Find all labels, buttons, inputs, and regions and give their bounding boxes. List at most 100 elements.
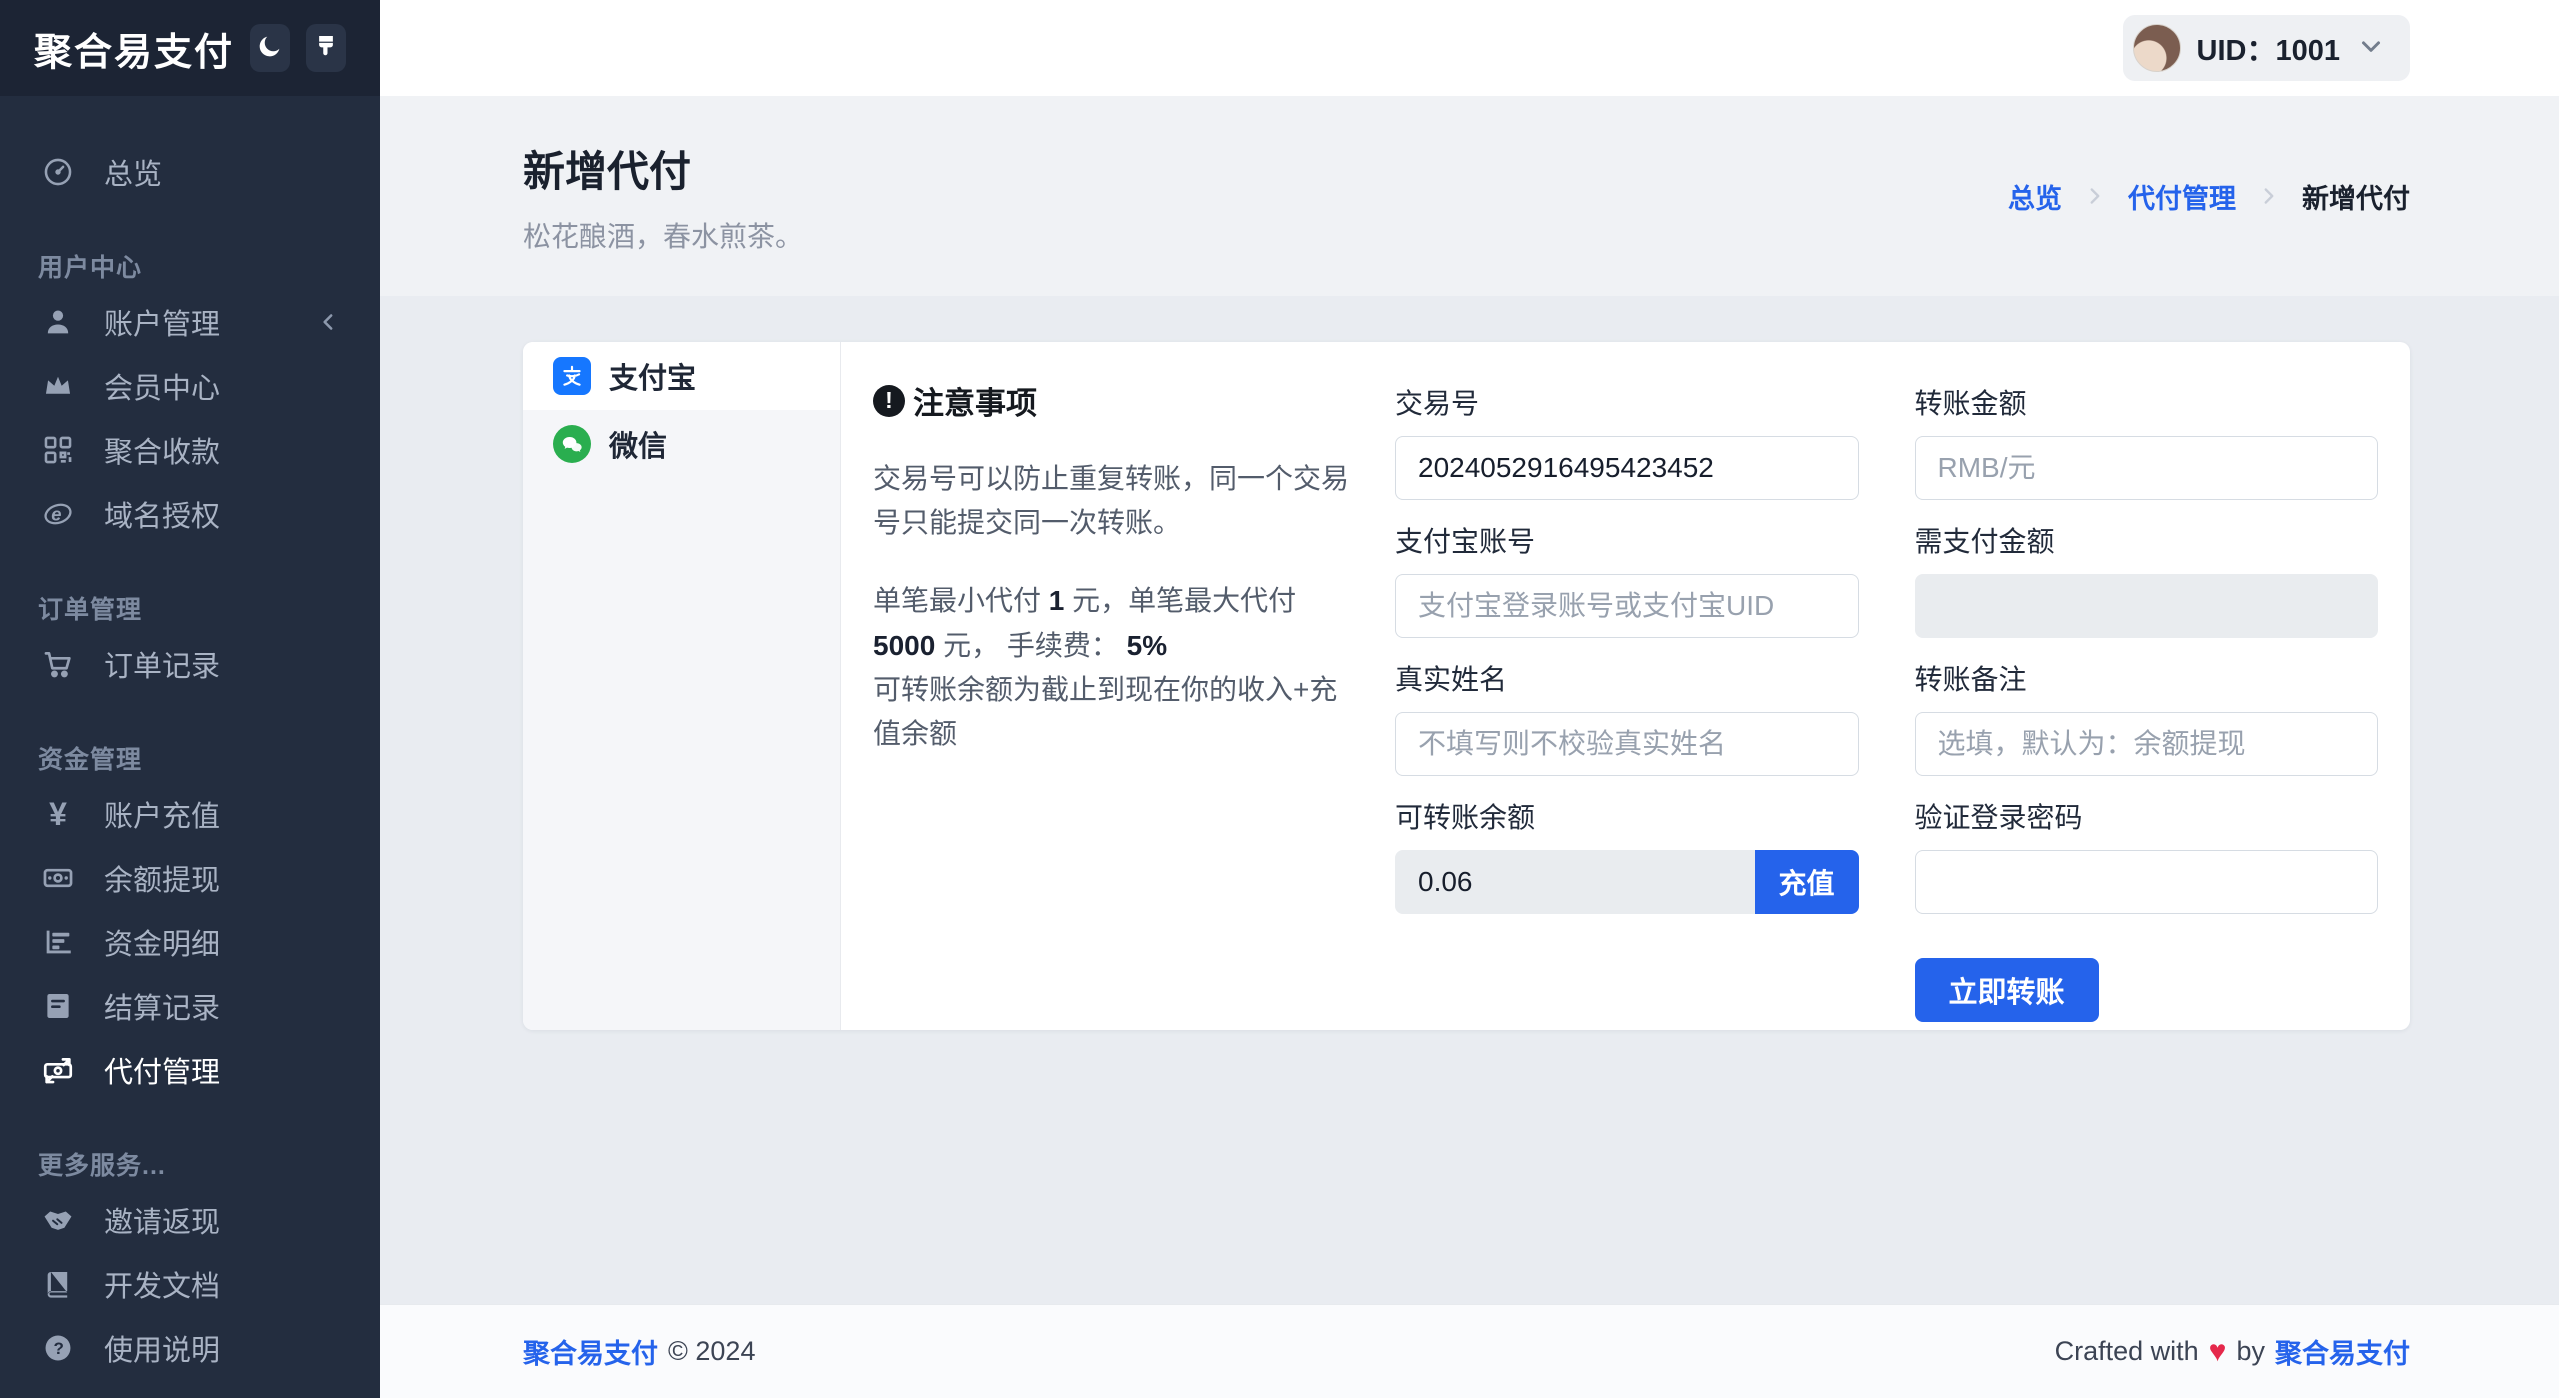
help-circle-icon: ? xyxy=(38,1331,78,1365)
pay-amount-input xyxy=(1915,574,2379,638)
breadcrumb-current: 新增代付 xyxy=(2302,177,2410,216)
sidebar-item-settlement-records[interactable]: 结算记录 xyxy=(0,974,380,1038)
tab-alipay[interactable]: 支付宝 xyxy=(523,342,840,410)
trade-no-input[interactable] xyxy=(1395,436,1859,500)
sidebar-item-label: 开发文档 xyxy=(104,1263,220,1305)
sidebar-item-label: 账户管理 xyxy=(104,301,220,343)
sidebar-item-fund-details[interactable]: 资金明细 xyxy=(0,910,380,974)
cart-icon xyxy=(38,647,78,681)
sidebar-item-label: 邀请返现 xyxy=(104,1199,220,1241)
sidebar-item-invite-rebate[interactable]: 邀请返现 xyxy=(0,1188,380,1252)
password-label: 验证登录密码 xyxy=(1915,796,2379,836)
browser-e-icon: e xyxy=(38,497,78,531)
breadcrumb-parent[interactable]: 代付管理 xyxy=(2128,177,2236,216)
dark-mode-button[interactable] xyxy=(250,24,290,72)
sidebar-item-label: 余额提现 xyxy=(104,857,220,899)
notice-paragraph-2: 单笔最小代付 1 元，单笔最大代付 5000 元， 手续费： 5%可转账余额为截… xyxy=(873,579,1351,756)
remark-label: 转账备注 xyxy=(1915,658,2379,698)
qrcode-icon xyxy=(38,433,78,467)
heart-icon: ♥ xyxy=(2209,1337,2227,1367)
sidebar-item-label: 总览 xyxy=(104,151,162,193)
svg-text:e: e xyxy=(51,503,61,524)
field-alipay-account: 支付宝账号 xyxy=(1395,520,1859,638)
sidebar-item-account-recharge[interactable]: ¥ 账户充值 xyxy=(0,782,380,846)
sidebar-item-overview[interactable]: 总览 xyxy=(0,140,380,204)
payment-method-tabs: 支付宝 微信 xyxy=(523,342,841,1030)
sidebar-section-more-services: 更多服务... xyxy=(0,1140,380,1188)
alipay-account-label: 支付宝账号 xyxy=(1395,520,1859,560)
password-input[interactable] xyxy=(1915,850,2379,914)
card-body: ! 注意事项 交易号可以防止重复转账，同一个交易号只能提交同一次转账。 单笔最小… xyxy=(841,342,2410,1030)
field-pay-amount: 需支付金额 xyxy=(1915,520,2379,638)
notice-paragraph-3: 可转账余额为截止到现在你的收入+充值余额 xyxy=(873,674,1337,749)
breadcrumb: 总览 代付管理 新增代付 xyxy=(2008,177,2410,216)
notice-paragraph-1: 交易号可以防止重复转账，同一个交易号只能提交同一次转账。 xyxy=(873,457,1351,545)
sidebar-header: 聚合易支付 xyxy=(0,0,380,96)
amount-label: 转账金额 xyxy=(1915,382,2379,422)
book-icon xyxy=(38,1267,78,1301)
theme-button[interactable] xyxy=(306,24,346,72)
content-area: 支付宝 微信 ! 注意事项 交易号 xyxy=(380,296,2559,1304)
notice-title: ! 注意事项 xyxy=(873,378,1351,423)
breadcrumb-home[interactable]: 总览 xyxy=(2008,177,2062,216)
field-password: 验证登录密码 xyxy=(1915,796,2379,914)
chevron-left-icon xyxy=(316,309,342,335)
sidebar-item-balance-withdraw[interactable]: 余额提现 xyxy=(0,846,380,910)
file-icon xyxy=(38,989,78,1023)
sidebar-item-dev-docs[interactable]: 开发文档 xyxy=(0,1252,380,1316)
exclamation-circle-icon: ! xyxy=(873,385,905,417)
tab-wechat[interactable]: 微信 xyxy=(523,410,840,478)
recharge-button[interactable]: 充值 xyxy=(1755,850,1859,914)
footer-brand-link-2[interactable]: 聚合易支付 xyxy=(2275,1332,2410,1371)
alipay-account-input[interactable] xyxy=(1395,574,1859,638)
sidebar-item-label: 账户充值 xyxy=(104,793,220,835)
real-name-label: 真实姓名 xyxy=(1395,658,1859,698)
user-menu[interactable]: UID：1001 xyxy=(2123,15,2410,81)
user-icon xyxy=(38,305,78,339)
field-amount: 转账金额 xyxy=(1915,382,2379,500)
brand-logo: 聚合易支付 xyxy=(34,21,234,76)
notice-title-text: 注意事项 xyxy=(913,378,1037,423)
tab-label: 微信 xyxy=(609,423,667,465)
tab-label: 支付宝 xyxy=(609,355,696,397)
app-root: 聚合易支付 总览 用户中心 xyxy=(0,0,2559,1398)
footer-crafted-text: Crafted with xyxy=(2055,1336,2199,1367)
pay-amount-label: 需支付金额 xyxy=(1915,520,2379,560)
gauge-icon xyxy=(38,155,78,189)
real-name-input[interactable] xyxy=(1395,712,1859,776)
topbar: UID：1001 xyxy=(380,0,2559,96)
sidebar-item-payout-manage[interactable]: 代付管理 xyxy=(0,1038,380,1102)
banknote-icon xyxy=(38,861,78,895)
sidebar-item-member-center[interactable]: 会员中心 xyxy=(0,354,380,418)
footer-brand-link[interactable]: 聚合易支付 xyxy=(523,1332,658,1371)
notice-panel: ! 注意事项 交易号可以防止重复转账，同一个交易号只能提交同一次转账。 单笔最小… xyxy=(873,378,1351,1030)
chevron-right-icon xyxy=(2082,183,2108,209)
sidebar-item-label: 会员中心 xyxy=(104,365,220,407)
chevron-down-icon xyxy=(2356,31,2386,66)
sidebar-section-user-center: 用户中心 xyxy=(0,242,380,290)
footer: 聚合易支付 © 2024 Crafted with ♥ by 聚合易支付 xyxy=(380,1304,2559,1398)
field-remark: 转账备注 xyxy=(1915,658,2379,776)
submit-transfer-button[interactable]: 立即转账 xyxy=(1915,958,2099,1022)
sidebar-item-label: 域名授权 xyxy=(104,493,220,535)
moon-icon xyxy=(255,31,285,66)
sidebar-item-aggregate-collect[interactable]: 聚合收款 xyxy=(0,418,380,482)
sidebar-item-label: 结算记录 xyxy=(104,985,220,1027)
sidebar-item-usage-guide[interactable]: ? 使用说明 xyxy=(0,1316,380,1380)
amount-input[interactable] xyxy=(1915,436,2379,500)
sidebar-item-account-manage[interactable]: 账户管理 xyxy=(0,290,380,354)
sidebar-item-order-records[interactable]: 订单记录 xyxy=(0,632,380,696)
crown-icon xyxy=(38,369,78,403)
sidebar-item-domain-auth[interactable]: e 域名授权 xyxy=(0,482,380,546)
brush-icon xyxy=(311,31,341,66)
sidebar-item-label: 代付管理 xyxy=(104,1049,220,1091)
field-trade-no: 交易号 xyxy=(1395,382,1859,500)
remark-input[interactable] xyxy=(1915,712,2379,776)
footer-left: 聚合易支付 © 2024 xyxy=(523,1332,755,1371)
yen-icon: ¥ xyxy=(38,798,78,830)
bars-chart-icon xyxy=(38,925,78,959)
money-transfer-icon xyxy=(38,1053,78,1087)
svg-text:?: ? xyxy=(53,1339,63,1358)
page-title: 新增代付 xyxy=(523,138,803,199)
field-balance: 可转账余额 充值 xyxy=(1395,796,1859,914)
